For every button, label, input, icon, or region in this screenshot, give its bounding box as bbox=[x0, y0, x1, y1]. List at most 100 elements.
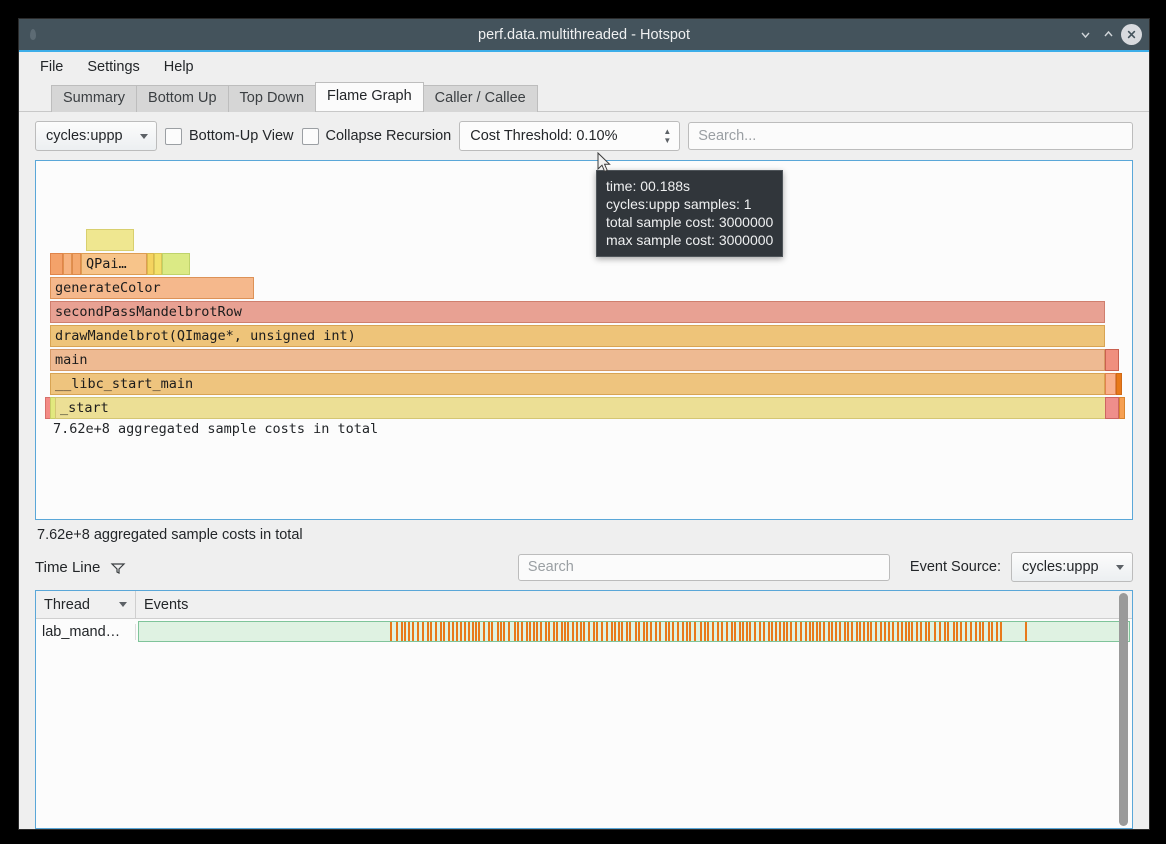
timeline-event-tick[interactable] bbox=[863, 622, 865, 641]
timeline-event-tick[interactable] bbox=[908, 622, 910, 641]
timeline-event-tick[interactable] bbox=[606, 622, 608, 641]
bottom-up-view-checkbox[interactable]: Bottom-Up View bbox=[165, 128, 294, 145]
menu-item-settings[interactable]: Settings bbox=[76, 56, 150, 78]
timeline-event-tick[interactable] bbox=[686, 622, 688, 641]
timeline-event-tick[interactable] bbox=[888, 622, 890, 641]
timeline-event-tick[interactable] bbox=[996, 622, 998, 641]
flame-bar-start[interactable]: _start bbox=[55, 397, 1117, 419]
timeline-event-tick[interactable] bbox=[775, 622, 777, 641]
timeline-event-tick[interactable] bbox=[960, 622, 962, 641]
timeline-event-tick[interactable] bbox=[417, 622, 419, 641]
timeline-event-tick[interactable] bbox=[576, 622, 578, 641]
timeline-event-tick[interactable] bbox=[991, 622, 993, 641]
timeline-event-tick[interactable] bbox=[404, 622, 406, 641]
timeline-event-tick[interactable] bbox=[786, 622, 788, 641]
timeline-event-tick[interactable] bbox=[979, 622, 981, 641]
timeline-event-tick[interactable] bbox=[805, 622, 807, 641]
timeline-event-tick[interactable] bbox=[901, 622, 903, 641]
timeline-event-tick[interactable] bbox=[596, 622, 598, 641]
timeline-event-tick[interactable] bbox=[859, 622, 861, 641]
timeline-event-tick[interactable] bbox=[514, 622, 516, 641]
timeline-event-tick[interactable] bbox=[689, 622, 691, 641]
timeline-event-tick[interactable] bbox=[460, 622, 462, 641]
timeline-event-tick[interactable] bbox=[1025, 622, 1027, 641]
timeline-event-tick[interactable] bbox=[975, 622, 977, 641]
timeline-event-tick[interactable] bbox=[856, 622, 858, 641]
timeline-event-tick[interactable] bbox=[831, 622, 833, 641]
flame-bar-secondpassmandelbrotrow[interactable]: secondPassMandelbrotRow bbox=[50, 301, 1105, 323]
spinner-arrows-icon[interactable]: ▲ ▼ bbox=[663, 128, 675, 144]
timeline-event-tick[interactable] bbox=[694, 622, 696, 641]
timeline-event-tick[interactable] bbox=[448, 622, 450, 641]
timeline-event-tick[interactable] bbox=[401, 622, 403, 641]
timeline-event-tick[interactable] bbox=[880, 622, 882, 641]
tab-caller-callee[interactable]: Caller / Callee bbox=[423, 85, 538, 112]
timeline-event-tick[interactable] bbox=[422, 622, 424, 641]
timeline-column-events[interactable]: Events bbox=[136, 591, 1132, 618]
flame-bar[interactable] bbox=[72, 253, 81, 275]
timeline-event-tick[interactable] bbox=[1000, 622, 1002, 641]
timeline-event-tick[interactable] bbox=[839, 622, 841, 641]
timeline-event-tick[interactable] bbox=[947, 622, 949, 641]
timeline-event-tick[interactable] bbox=[452, 622, 454, 641]
flamegraph-search-input[interactable] bbox=[688, 122, 1133, 150]
timeline-event-tick[interactable] bbox=[638, 622, 640, 641]
timeline-event-tick[interactable] bbox=[567, 622, 569, 641]
timeline-event-tick[interactable] bbox=[795, 622, 797, 641]
timeline-event-tick[interactable] bbox=[412, 622, 414, 641]
timeline-event-tick[interactable] bbox=[742, 622, 744, 641]
event-type-combo[interactable]: cycles:uppp bbox=[35, 121, 157, 151]
timeline-event-tick[interactable] bbox=[672, 622, 674, 641]
timeline-event-tick[interactable] bbox=[677, 622, 679, 641]
timeline-scrollbar[interactable] bbox=[1117, 593, 1130, 826]
timeline-event-tick[interactable] bbox=[440, 622, 442, 641]
flame-bar-libc-start-main[interactable]: __libc_start_main bbox=[50, 373, 1105, 395]
flame-bar[interactable] bbox=[63, 253, 72, 275]
timeline-event-tick[interactable] bbox=[646, 622, 648, 641]
timeline-event-tick[interactable] bbox=[892, 622, 894, 641]
timeline-event-tick[interactable] bbox=[443, 622, 445, 641]
timeline-event-tick[interactable] bbox=[408, 622, 410, 641]
timeline-event-tick[interactable] bbox=[726, 622, 728, 641]
timeline-event-tick[interactable] bbox=[779, 622, 781, 641]
timeline-event-tick[interactable] bbox=[618, 622, 620, 641]
timeline-event-tick[interactable] bbox=[396, 622, 398, 641]
timeline-event-tick[interactable] bbox=[721, 622, 723, 641]
timeline-event-tick[interactable] bbox=[456, 622, 458, 641]
timeline-event-tick[interactable] bbox=[497, 622, 499, 641]
maximize-icon[interactable] bbox=[1098, 24, 1119, 45]
timeline-event-tick[interactable] bbox=[934, 622, 936, 641]
timeline-row[interactable]: lab_mand… bbox=[36, 619, 1132, 644]
timeline-event-tick[interactable] bbox=[897, 622, 899, 641]
tab-flame-graph[interactable]: Flame Graph bbox=[315, 82, 424, 111]
timeline-event-tick[interactable] bbox=[491, 622, 493, 641]
collapse-recursion-checkbox[interactable]: Collapse Recursion bbox=[302, 128, 452, 145]
timeline-event-tick[interactable] bbox=[884, 622, 886, 641]
flame-bar[interactable] bbox=[1105, 349, 1119, 371]
timeline-event-tick[interactable] bbox=[939, 622, 941, 641]
timeline-event-tick[interactable] bbox=[659, 622, 661, 641]
flame-bar[interactable] bbox=[147, 253, 154, 275]
timeline-event-tick[interactable] bbox=[472, 622, 474, 641]
timeline-event-tick[interactable] bbox=[700, 622, 702, 641]
timeline-event-tick[interactable] bbox=[870, 622, 872, 641]
timeline-event-tick[interactable] bbox=[655, 622, 657, 641]
cost-threshold-spinbox[interactable]: Cost Threshold: 0.10% ▲ ▼ bbox=[459, 121, 680, 151]
timeline-event-tick[interactable] bbox=[553, 622, 555, 641]
event-source-combo[interactable]: cycles:uppp bbox=[1011, 552, 1133, 582]
timeline-event-tick[interactable] bbox=[965, 622, 967, 641]
timeline-event-tick[interactable] bbox=[621, 622, 623, 641]
timeline-event-track[interactable] bbox=[138, 621, 1130, 642]
timeline-event-tick[interactable] bbox=[548, 622, 550, 641]
timeline-event-tick[interactable] bbox=[682, 622, 684, 641]
timeline-panel[interactable]: Thread Events lab_mand… bbox=[35, 590, 1133, 829]
flame-bar[interactable] bbox=[1105, 397, 1119, 419]
timeline-event-tick[interactable] bbox=[545, 622, 547, 641]
timeline-event-tick[interactable] bbox=[844, 622, 846, 641]
timeline-event-tick[interactable] bbox=[749, 622, 751, 641]
timeline-event-tick[interactable] bbox=[867, 622, 869, 641]
timeline-event-tick[interactable] bbox=[540, 622, 542, 641]
timeline-event-tick[interactable] bbox=[536, 622, 538, 641]
timeline-event-tick[interactable] bbox=[521, 622, 523, 641]
timeline-event-tick[interactable] bbox=[488, 622, 490, 641]
